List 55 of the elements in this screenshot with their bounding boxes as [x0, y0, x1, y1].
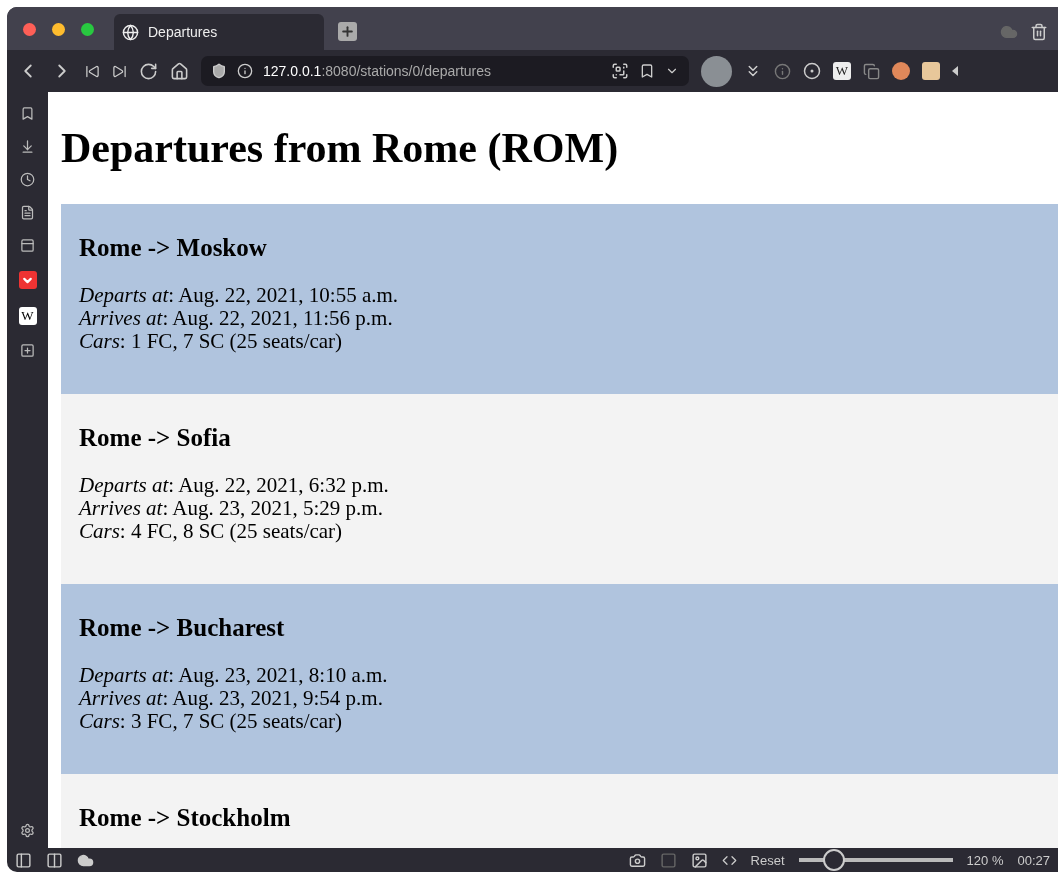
globe-icon [122, 23, 139, 41]
profile-avatar[interactable] [701, 55, 732, 87]
departure-detail: Arrives at: Aug. 22, 2021, 11:56 p.m. [79, 307, 394, 330]
zoom-slider-thumb[interactable] [823, 849, 845, 871]
clock-text: 00:27 [1017, 852, 1050, 868]
plus-icon [340, 24, 355, 39]
add-panel-icon[interactable] [20, 343, 35, 358]
page-title: Departures from Rome (ROM) [61, 124, 620, 173]
minimize-window-button[interactable] [52, 23, 65, 36]
copy-icon[interactable] [863, 62, 880, 80]
route-heading: Rome -> Stockholm [79, 803, 292, 833]
departure-detail: Cars: 4 FC, 8 SC (25 seats/car) [79, 520, 344, 543]
info-icon [237, 63, 253, 79]
trash-icon[interactable] [1030, 23, 1048, 41]
image-icon[interactable] [690, 851, 708, 869]
camera-icon[interactable] [628, 851, 646, 869]
tiling-icon[interactable] [46, 851, 63, 869]
new-tab-button[interactable] [338, 22, 357, 41]
wikipedia-icon[interactable]: W [833, 62, 851, 80]
settings-icon[interactable] [20, 823, 35, 838]
reset-button[interactable]: Reset [750, 852, 785, 868]
bookmark-icon[interactable] [20, 106, 35, 121]
shield-icon [211, 63, 227, 79]
reload-button[interactable] [139, 61, 158, 81]
route-heading: Rome -> Sofia [79, 423, 232, 453]
url-text: 127.0.0.1:8080/stations/0/departures [263, 63, 492, 79]
panel-toggle-icon[interactable] [15, 851, 32, 869]
wikipedia-icon[interactable]: W [18, 307, 37, 325]
rewind-button[interactable] [85, 63, 100, 79]
download-icon[interactable] [20, 139, 35, 154]
vivaldi-icon[interactable] [18, 271, 37, 289]
departure-detail: Departs at: Aug. 22, 2021, 6:32 p.m. [79, 474, 390, 497]
notes-icon[interactable] [20, 205, 35, 220]
route-heading: Rome -> Moskow [79, 233, 268, 263]
fast-forward-button[interactable] [112, 63, 127, 79]
departure-detail: Departs at: Aug. 23, 2021, 8:10 a.m. [79, 664, 389, 687]
address-field[interactable]: 127.0.0.1:8080/stations/0/departures [201, 56, 689, 86]
history-icon[interactable] [20, 172, 35, 187]
maximize-window-button[interactable] [81, 23, 94, 36]
overflow-arrow-icon[interactable] [952, 66, 958, 76]
departure-detail: Cars: 1 FC, 7 SC (25 seats/car) [79, 330, 344, 353]
zoom-reading: 120 % [966, 852, 1004, 868]
departure-detail: Arrives at: Aug. 23, 2021, 5:29 p.m. [79, 497, 383, 520]
info-icon[interactable] [774, 62, 791, 80]
qr-code-icon[interactable] [611, 62, 629, 80]
target-icon[interactable] [803, 62, 821, 80]
close-window-button[interactable] [23, 23, 36, 36]
home-button[interactable] [170, 61, 189, 81]
window-icon[interactable] [20, 238, 35, 253]
route-heading: Rome -> Bucharest [79, 613, 286, 643]
departure-detail: Departs at: Aug. 22, 2021, 10:55 a.m. [79, 284, 400, 307]
browser-tab[interactable]: Departures [114, 14, 324, 50]
departure-detail: Arrives at: Aug. 23, 2021, 9:54 p.m. [79, 687, 384, 710]
bookmark-icon[interactable] [639, 63, 655, 79]
departure-detail: Cars: 3 FC, 7 SC (25 seats/car) [79, 710, 344, 733]
